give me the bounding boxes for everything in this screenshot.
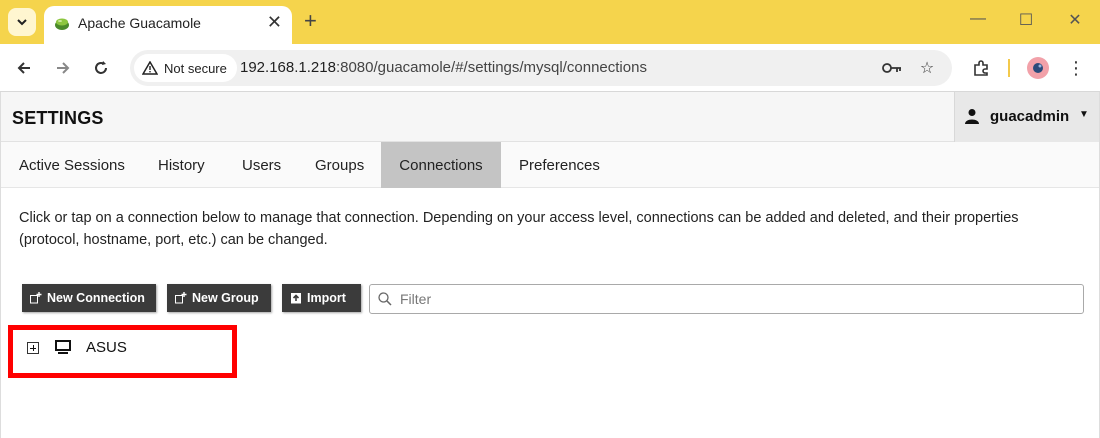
tab-active-sessions[interactable]: Active Sessions: [2, 142, 142, 188]
browser-tab[interactable]: Apache Guacamole ✕: [44, 6, 292, 44]
new-tab-button[interactable]: +: [304, 8, 317, 34]
toolbar-separator: [1008, 59, 1010, 77]
key-icon[interactable]: [882, 58, 902, 78]
caret-down-icon: ▼: [1079, 109, 1089, 120]
chevron-down-icon: [17, 19, 27, 26]
browser-toolbar: Not secure 192.168.1.218:8080/guacamole/…: [0, 44, 1100, 92]
extensions-icon[interactable]: [969, 56, 993, 80]
maximize-icon[interactable]: ☐: [1014, 10, 1038, 30]
tab-users[interactable]: Users: [225, 142, 298, 188]
window-close-icon[interactable]: ✕: [1063, 10, 1087, 30]
back-icon[interactable]: [12, 56, 36, 80]
page-header: SETTINGS guacadmin ▼: [1, 92, 1099, 142]
tab-close-icon[interactable]: ✕: [267, 12, 282, 32]
add-connection-icon: [30, 292, 42, 304]
connections-description: Click or tap on a connection below to ma…: [19, 210, 1019, 248]
settings-tabs: Active Sessions History Users Groups Con…: [1, 142, 1099, 188]
tab-groups[interactable]: Groups: [298, 142, 381, 188]
forward-icon[interactable]: [51, 56, 75, 80]
page-title: SETTINGS: [12, 108, 104, 128]
site-info-chip[interactable]: Not secure: [134, 54, 237, 82]
highlight-box: [8, 325, 237, 378]
new-connection-label: New Connection: [47, 291, 145, 305]
user-menu[interactable]: guacadmin ▼: [954, 92, 1099, 142]
browser-tab-strip: Apache Guacamole ✕ + — ☐ ✕: [0, 0, 1100, 44]
tab-search-button[interactable]: [8, 8, 36, 36]
import-icon: [291, 293, 301, 304]
guacamole-favicon-icon: [55, 18, 69, 30]
search-icon: [378, 292, 392, 306]
url-path: :8080/guacamole/#/settings/mysql/connect…: [335, 59, 647, 76]
url-host: 192.168.1.218: [240, 59, 336, 76]
new-group-button[interactable]: New Group: [167, 284, 271, 312]
user-icon: [965, 109, 979, 124]
import-label: Import: [307, 291, 346, 305]
bookmark-star-icon[interactable]: ☆: [917, 58, 937, 78]
username: guacadmin: [990, 108, 1070, 125]
import-button[interactable]: Import: [282, 284, 361, 312]
add-group-icon: [175, 292, 187, 304]
settings-page: SETTINGS guacadmin ▼ Active Sessions His…: [0, 92, 1100, 438]
minimize-icon[interactable]: —: [966, 10, 990, 28]
new-group-label: New Group: [192, 291, 259, 305]
security-label: Not secure: [164, 60, 227, 76]
tab-title: Apache Guacamole: [78, 15, 201, 31]
reload-icon[interactable]: [89, 56, 113, 80]
filter-box: [369, 284, 1084, 314]
filter-input[interactable]: [400, 289, 1070, 309]
profile-avatar[interactable]: [1027, 57, 1049, 79]
tab-history[interactable]: History: [141, 142, 222, 188]
browser-menu-icon[interactable]: ⋮: [1064, 56, 1088, 80]
new-connection-button[interactable]: New Connection: [22, 284, 156, 312]
url-text: 192.168.1.218:8080/guacamole/#/settings/…: [240, 59, 647, 76]
tab-preferences[interactable]: Preferences: [502, 142, 617, 188]
address-bar[interactable]: Not secure 192.168.1.218:8080/guacamole/…: [130, 50, 952, 86]
warning-icon: [142, 61, 158, 75]
avatar-icon: [1033, 63, 1043, 73]
tab-connections[interactable]: Connections: [381, 142, 501, 188]
